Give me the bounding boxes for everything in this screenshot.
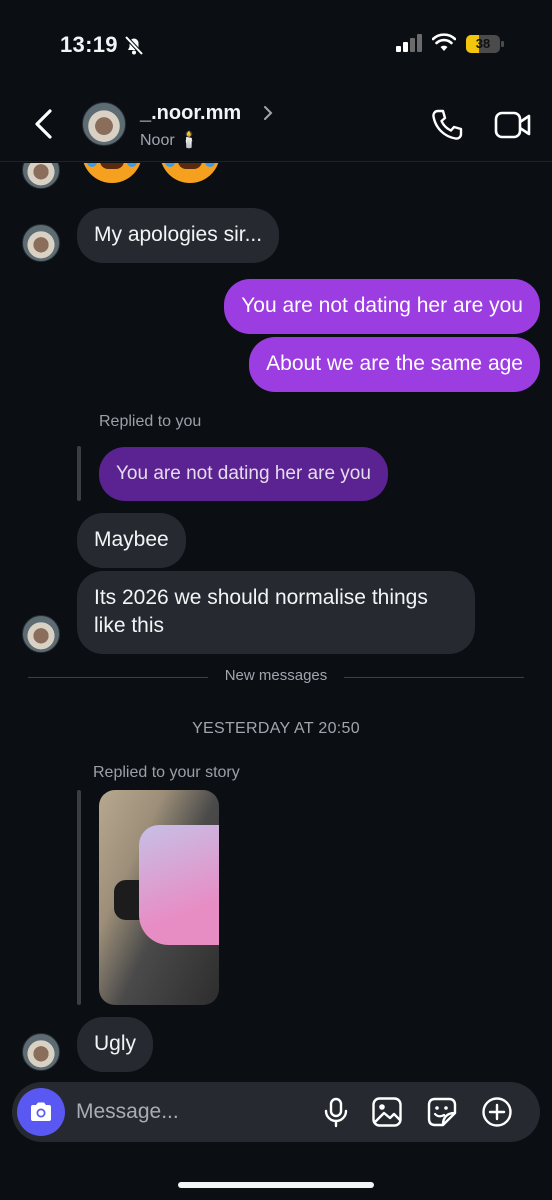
reply-caption: Replied to you [99, 413, 202, 430]
gallery-icon[interactable] [371, 1096, 403, 1128]
cell-signal-icon [396, 34, 422, 52]
video-camera-icon[interactable] [494, 110, 532, 140]
microphone-icon[interactable] [320, 1096, 352, 1128]
quoted-message[interactable]: You are not dating her are you [99, 447, 388, 501]
contact-avatar[interactable] [82, 102, 126, 146]
message-thread[interactable]: My apologies sir... You are not dating h… [0, 163, 552, 1080]
story-thumbnail[interactable] [99, 790, 219, 1005]
received-message[interactable]: My apologies sir... [77, 208, 280, 263]
received-message[interactable]: Its 2026 we should normalise things like… [77, 571, 475, 654]
timestamp: YESTERDAY AT 20:50 [192, 720, 360, 737]
crying-emoji-icon [82, 163, 142, 183]
status-time: 13:19 [60, 32, 118, 57]
sent-message[interactable]: You are not dating her are you [224, 279, 540, 334]
sent-message[interactable]: About we are the same age [249, 337, 540, 392]
wifi-icon [432, 33, 456, 51]
chevron-right-icon[interactable] [262, 104, 274, 122]
received-message[interactable]: Ugly [77, 1017, 154, 1072]
message-input[interactable] [76, 1094, 296, 1130]
reply-bar [77, 446, 81, 501]
battery-indicator: 38 [466, 35, 504, 53]
status-bar: 13:19 38 [0, 0, 552, 90]
camera-icon [31, 1102, 51, 1121]
contact-username[interactable]: _.noor.mm [140, 102, 241, 125]
plus-circle-icon[interactable] [481, 1096, 513, 1128]
story-reply-caption: Replied to your story [93, 764, 240, 781]
new-messages-divider: New messages [224, 667, 328, 684]
back-chevron-icon[interactable] [30, 108, 58, 140]
chat-header: _.noor.mm Noor 🕯️ [0, 90, 552, 162]
message-line: Its 2026 we should normalise things [94, 586, 428, 609]
sender-avatar[interactable] [22, 1033, 60, 1071]
phone-icon[interactable] [430, 108, 464, 142]
sender-avatar[interactable] [22, 163, 60, 189]
camera-button[interactable] [17, 1088, 65, 1136]
battery-percent: 38 [475, 36, 491, 51]
contact-name: Noor 🕯️ [140, 132, 200, 149]
divider-line [28, 677, 208, 678]
reply-bar [77, 790, 81, 1005]
sender-avatar[interactable] [22, 224, 60, 262]
message-line: like this [94, 614, 165, 637]
bell-off-icon [124, 35, 144, 56]
home-indicator[interactable] [178, 1182, 374, 1188]
received-message[interactable]: Maybee [77, 513, 186, 568]
divider-line [344, 677, 524, 678]
sticker-icon[interactable] [426, 1096, 458, 1128]
sender-avatar[interactable] [22, 615, 60, 653]
message-composer [12, 1082, 540, 1142]
crying-emoji-icon [160, 163, 220, 183]
